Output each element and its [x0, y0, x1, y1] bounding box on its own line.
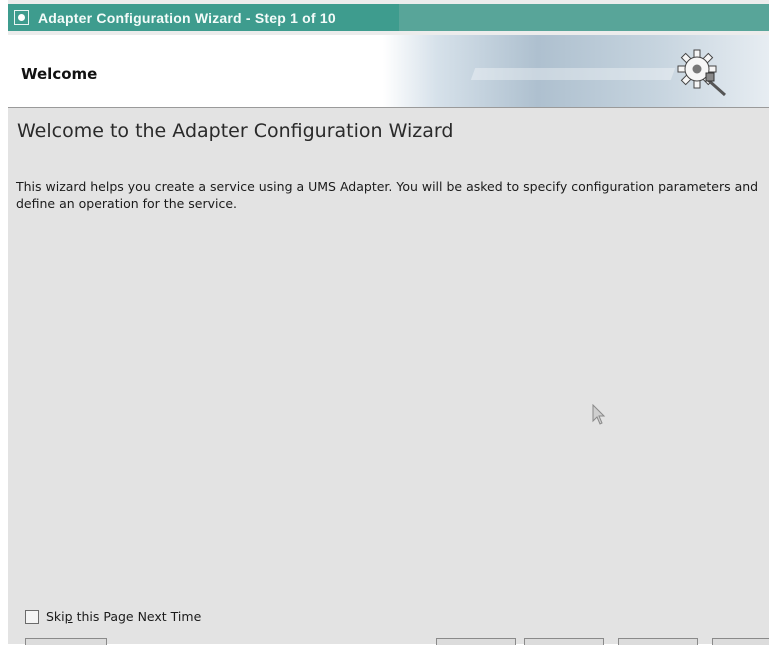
skip-page-option[interactable]: Skip this Page Next Time [25, 609, 201, 624]
wizard-banner: Welcome [8, 35, 769, 108]
title-bar-fill[interactable] [399, 4, 769, 31]
title-bar-active[interactable]: Adapter Configuration Wizard - Step 1 of… [8, 4, 399, 31]
mouse-pointer-icon [592, 404, 606, 425]
content-panel: Welcome to the Adapter Configuration Wiz… [8, 108, 769, 645]
skip-page-checkbox[interactable] [25, 609, 39, 624]
skip-page-label[interactable]: Skip this Page Next Time [46, 609, 201, 624]
content-title: Welcome to the Adapter Configuration Wiz… [17, 120, 454, 142]
page-heading: Welcome [21, 65, 98, 83]
gear-plug-icon [677, 49, 726, 97]
wizard-window: Adapter Configuration Wizard - Step 1 of… [8, 0, 769, 645]
title-bar[interactable]: Adapter Configuration Wizard - Step 1 of… [8, 0, 769, 35]
window-menu-icon[interactable] [14, 10, 29, 25]
window-title: Adapter Configuration Wizard - Step 1 of… [38, 9, 336, 26]
button-bar [8, 638, 769, 645]
content-description: This wizard helps you create a service u… [16, 179, 759, 211]
